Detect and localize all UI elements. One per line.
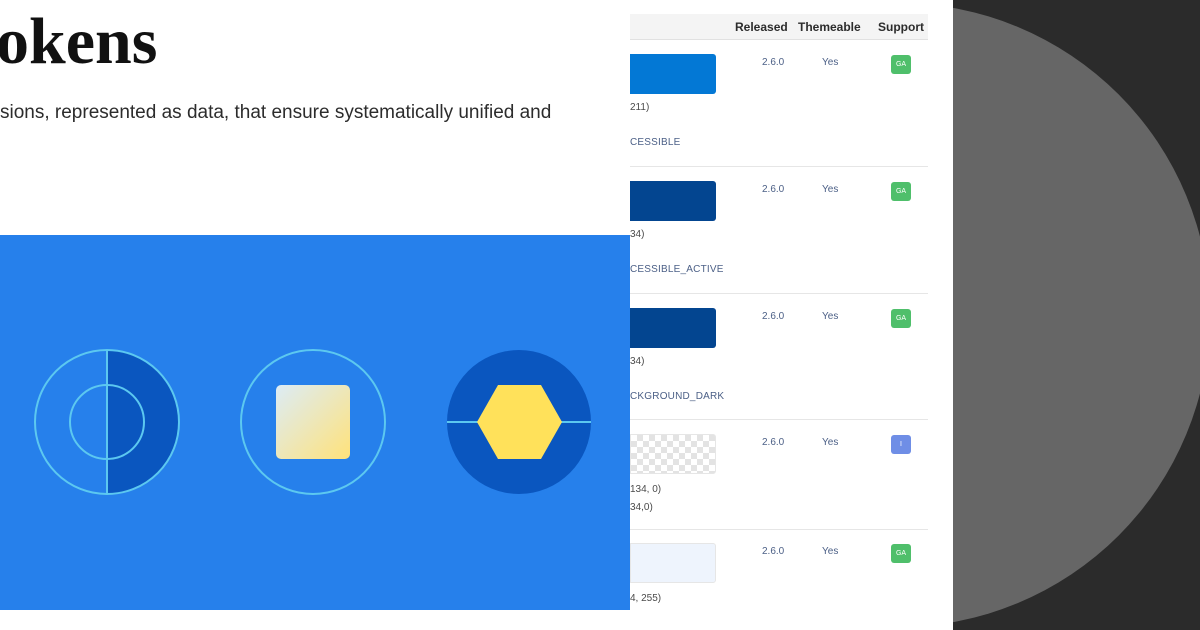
released-version: 2.6.0 xyxy=(762,184,785,195)
color-swatch xyxy=(630,543,716,583)
themeable-value: Yes xyxy=(822,57,839,68)
themeable-value: Yes xyxy=(822,546,839,557)
support-badge: GA xyxy=(891,544,911,563)
gutter xyxy=(928,0,953,630)
color-value: 211) xyxy=(630,102,650,113)
token-name: CESSIBLE_ACTIVE xyxy=(630,264,724,275)
table-row[interactable]: 211) CESSIBLE 2.6.0 Yes GA xyxy=(630,40,928,167)
hexagon-icon xyxy=(447,350,591,494)
token-table: Released Themeable Support 211) CESSIBLE… xyxy=(630,14,928,630)
themeable-value: Yes xyxy=(822,311,839,322)
header-released: Released xyxy=(735,20,788,34)
color-value: 34) xyxy=(630,356,645,367)
color-swatch xyxy=(630,181,716,221)
color-value: 134, 0) xyxy=(630,484,662,495)
page-title: okens xyxy=(0,5,158,78)
square-ring-icon xyxy=(240,349,386,495)
themeable-value: Yes xyxy=(822,184,839,195)
released-version: 2.6.0 xyxy=(762,57,785,68)
support-badge: GA xyxy=(891,182,911,201)
support-badge: I xyxy=(891,435,911,454)
color-value-secondary: 34,0) xyxy=(630,502,653,513)
hero-illustration xyxy=(0,235,630,610)
color-swatch xyxy=(630,308,716,348)
token-name: CKGROUND_DARK xyxy=(630,391,725,402)
support-badge: GA xyxy=(891,55,911,74)
table-row[interactable]: 134, 0) 34,0) 2.6.0 Yes I xyxy=(630,420,928,530)
table-row[interactable]: 34) CKGROUND_DARK 2.6.0 Yes GA xyxy=(630,294,928,420)
table-header: Released Themeable Support xyxy=(630,14,928,40)
color-swatch xyxy=(630,54,716,94)
table-row[interactable]: 34) CESSIBLE_ACTIVE 2.6.0 Yes GA xyxy=(630,167,928,294)
themeable-value: Yes xyxy=(822,437,839,448)
decorative-circle-icon xyxy=(953,7,1200,623)
color-value: 34) xyxy=(630,229,645,240)
color-swatch xyxy=(630,434,716,474)
support-badge: GA xyxy=(891,309,911,328)
table-row[interactable]: 4, 255) 2.6.0 Yes GA xyxy=(630,530,928,630)
released-version: 2.6.0 xyxy=(762,546,785,557)
token-name: CESSIBLE xyxy=(630,137,681,148)
header-themeable: Themeable xyxy=(798,20,861,34)
released-version: 2.6.0 xyxy=(762,311,785,322)
page-description: sions, represented as data, that ensure … xyxy=(0,102,552,123)
header-support: Support xyxy=(878,20,924,34)
half-circle-ring-icon xyxy=(34,349,180,495)
decorative-panel xyxy=(953,0,1200,630)
released-version: 2.6.0 xyxy=(762,437,785,448)
color-value: 4, 255) xyxy=(630,593,662,604)
